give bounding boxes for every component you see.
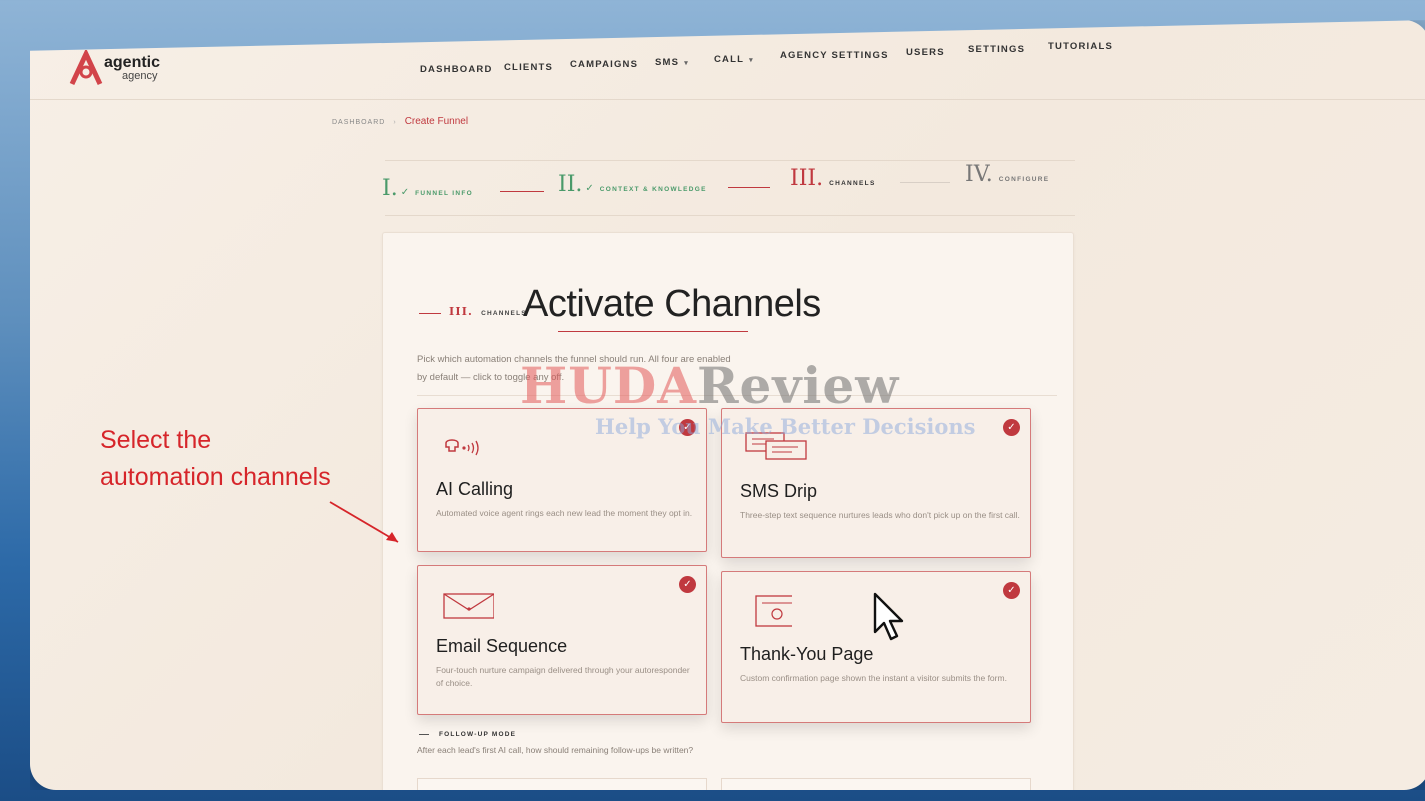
certificate-icon bbox=[755, 595, 792, 627]
checkmark-icon: ✓ bbox=[400, 187, 410, 198]
step-channels[interactable]: III. CHANNELS bbox=[790, 166, 876, 191]
tag-dash bbox=[419, 312, 441, 314]
card-title: AI Calling bbox=[436, 479, 514, 499]
section-tag: III. CHANNELS bbox=[419, 305, 527, 318]
app-window: N°02 agentic agency DASHBOARD CLIENTS CA… bbox=[30, 20, 1425, 790]
chevron-down-icon: ▾ bbox=[684, 60, 689, 67]
section-numeral: III. bbox=[449, 305, 474, 318]
nav-sms[interactable]: SMS ▾ bbox=[655, 57, 689, 68]
nav-campaigns[interactable]: CAMPAIGNS bbox=[570, 59, 638, 70]
annotation-line-2: automation channels bbox=[100, 463, 331, 491]
funnel-stepper: I. ✓ FUNNEL INFO II. ✓ CONTEXT & KNOWLEDGE I… bbox=[380, 160, 1080, 220]
nav-settings[interactable]: SETTINGS bbox=[968, 44, 1025, 55]
breadcrumb-separator: › bbox=[393, 119, 397, 126]
stepper-top-rule bbox=[385, 160, 1075, 161]
phone-waves-icon bbox=[445, 439, 479, 456]
follow-up-question: After each lead's first AI call, how sho… bbox=[417, 745, 694, 755]
breadcrumb: DASHBOARD › Create Funnel bbox=[332, 116, 468, 127]
step-connector bbox=[500, 191, 544, 192]
channel-card-sms-drip[interactable]: ✓ SMS Drip Three-step text sequence nurt… bbox=[721, 408, 1031, 558]
agentic-agency-logo[interactable]: N°02 agentic agency bbox=[68, 40, 178, 90]
main-nav: DASHBOARD CLIENTS CAMPAIGNS SMS ▾ CALL ▾ A… bbox=[420, 40, 1140, 75]
chevron-down-icon: ▾ bbox=[749, 57, 754, 64]
step-numeral: III. bbox=[790, 166, 824, 191]
annotation-arrow-icon bbox=[329, 501, 399, 543]
step-label: FUNNEL INFO bbox=[415, 190, 473, 197]
section-tag-label: CHANNELS bbox=[481, 310, 527, 317]
section-divider bbox=[417, 395, 1057, 396]
top-navigation-bar: N°02 agentic agency DASHBOARD CLIENTS CA… bbox=[30, 20, 1425, 100]
follow-up-tag-label: FOLLOW-UP MODE bbox=[439, 731, 517, 738]
follow-up-tag: FOLLOW-UP MODE bbox=[419, 731, 516, 738]
step-label: CONFIGURE bbox=[998, 176, 1050, 183]
step-connector bbox=[728, 187, 770, 188]
card-description: Automated voice agent rings each new lea… bbox=[436, 508, 693, 518]
card-description: Three-step text sequence nurtures leads … bbox=[740, 510, 1020, 520]
breadcrumb-dashboard[interactable]: DASHBOARD bbox=[332, 119, 385, 126]
step-label: CHANNELS bbox=[829, 180, 876, 187]
step-configure[interactable]: IV. CONFIGURE bbox=[965, 162, 1049, 187]
channels-panel: III. CHANNELS Activate Channels Pick whic… bbox=[382, 232, 1074, 790]
tag-dash bbox=[419, 733, 429, 735]
nav-clients[interactable]: CLIENTS bbox=[504, 62, 553, 73]
step-label: CONTEXT & KNOWLEDGE bbox=[599, 186, 707, 193]
title-underline bbox=[558, 331, 748, 332]
card-description: Custom confirmation page shown the insta… bbox=[740, 673, 1007, 683]
breadcrumb-current: Create Funnel bbox=[404, 116, 469, 127]
checkmark-icon: ✓ bbox=[679, 576, 696, 593]
card-description: Four-touch nurture campaign delivered th… bbox=[436, 665, 690, 688]
stepper-bottom-rule bbox=[385, 215, 1075, 216]
follow-up-option-card[interactable] bbox=[417, 778, 707, 790]
chat-bubbles-icon bbox=[745, 432, 807, 460]
logo-word-2: agency bbox=[122, 70, 158, 82]
checkmark-icon: ✓ bbox=[1003, 419, 1020, 436]
mouse-cursor-icon bbox=[873, 592, 904, 641]
step-numeral: I. bbox=[382, 176, 398, 201]
logo-badge: N°02 bbox=[70, 40, 93, 51]
page-title: Activate Channels bbox=[523, 283, 821, 325]
card-title: Thank-You Page bbox=[740, 644, 874, 664]
checkmark-icon: ✓ bbox=[585, 183, 594, 194]
nav-agency-settings[interactable]: AGENCY SETTINGS bbox=[780, 50, 889, 61]
channel-card-ai-calling[interactable]: ✓ AI Calling Automated voice agent rings… bbox=[417, 408, 707, 552]
nav-dashboard[interactable]: DASHBOARD bbox=[420, 64, 493, 75]
step-numeral: IV. bbox=[965, 162, 993, 187]
step-connector bbox=[900, 182, 950, 183]
section-description: Pick which automation channels the funne… bbox=[417, 354, 731, 383]
channel-card-email-sequence[interactable]: ✓ Email Sequence Four-touch nurture camp… bbox=[417, 565, 707, 715]
logo-mark-icon bbox=[69, 50, 103, 86]
checkmark-icon: ✓ bbox=[679, 419, 696, 436]
envelope-icon bbox=[443, 593, 494, 619]
step-context-knowledge[interactable]: II. ✓ CONTEXT & KNOWLEDGE bbox=[558, 172, 707, 197]
nav-users[interactable]: USERS bbox=[906, 47, 945, 58]
checkmark-icon: ✓ bbox=[1003, 582, 1020, 599]
annotation-line-1: Select the bbox=[100, 426, 212, 454]
card-title: Email Sequence bbox=[436, 636, 568, 656]
annotation-text: Select the automation channels bbox=[100, 422, 331, 496]
step-funnel-info[interactable]: I. ✓ FUNNEL INFO bbox=[382, 176, 473, 201]
nav-call[interactable]: CALL ▾ bbox=[714, 54, 754, 65]
nav-tutorials[interactable]: TUTORIALS bbox=[1048, 41, 1113, 52]
card-title: SMS Drip bbox=[740, 481, 818, 501]
follow-up-option-card[interactable] bbox=[721, 778, 1031, 790]
step-numeral: II. bbox=[558, 172, 583, 197]
